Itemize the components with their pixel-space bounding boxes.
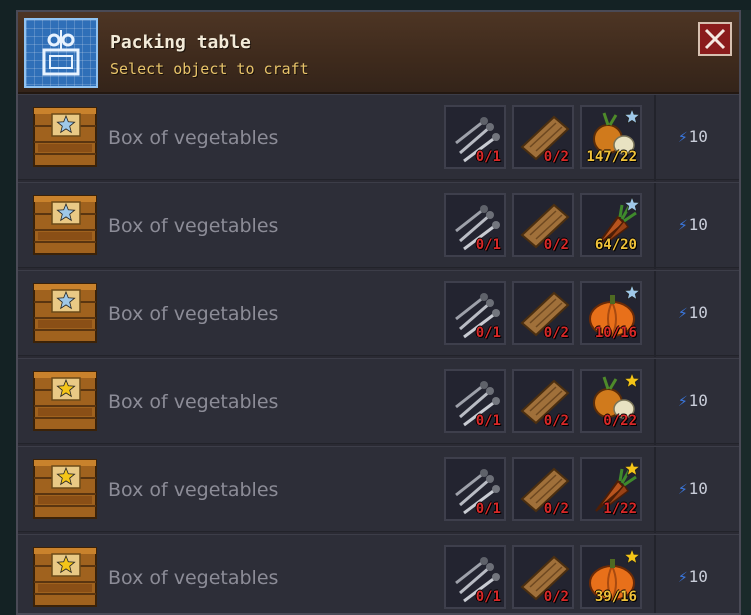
vegetable-crate-icon	[32, 280, 98, 346]
background-left	[0, 0, 16, 615]
recipe-name: Box of vegetables	[108, 479, 279, 501]
window-header: Packing table Select object to craft	[18, 12, 739, 94]
packing-table-blueprint-icon	[24, 18, 98, 88]
close-icon	[704, 28, 726, 50]
row-divider	[654, 535, 656, 613]
ingredient-count: 0/2	[543, 501, 569, 517]
ingredient-count: 0/1	[475, 149, 501, 165]
ingredient-count: 147/22	[586, 149, 637, 165]
energy-cost: ⚡10	[678, 215, 708, 234]
window-subtitle: Select object to craft	[110, 60, 309, 78]
ingredient-count: 0/2	[543, 413, 569, 429]
ingredient-slot[interactable]: 10/16	[580, 281, 642, 345]
ingredient-count: 0/2	[543, 589, 569, 605]
ingredient-slot[interactable]: 0/2	[512, 457, 574, 521]
energy-bolt-icon: ⚡	[678, 215, 688, 234]
ingredient-slot[interactable]: 0/22	[580, 369, 642, 433]
ingredient-slot[interactable]: 147/22	[580, 105, 642, 169]
energy-value: 10	[688, 391, 708, 410]
energy-cost: ⚡10	[678, 391, 708, 410]
recipe-name: Box of vegetables	[108, 303, 279, 325]
energy-bolt-icon: ⚡	[678, 127, 688, 146]
ingredient-slot[interactable]: 0/1	[444, 193, 506, 257]
row-divider	[654, 447, 656, 533]
ingredient-slot[interactable]: 0/2	[512, 281, 574, 345]
energy-bolt-icon: ⚡	[678, 391, 688, 410]
ingredient-count: 0/1	[475, 413, 501, 429]
ingredient-slot[interactable]: 0/2	[512, 545, 574, 609]
background-top	[0, 0, 751, 10]
ingredient-count: 1/22	[603, 501, 637, 517]
energy-value: 10	[688, 303, 708, 322]
recipe-name: Box of vegetables	[108, 567, 279, 589]
row-divider	[654, 95, 656, 181]
vegetable-crate-icon	[32, 104, 98, 170]
ingredient-count: 0/1	[475, 589, 501, 605]
ingredient-slot[interactable]: 0/2	[512, 105, 574, 169]
ingredient-count: 0/22	[603, 413, 637, 429]
row-divider	[654, 271, 656, 357]
ingredient-count: 0/1	[475, 501, 501, 517]
recipe-row[interactable]: Box of vegetables 0/1 0/2 147/22 ⚡10	[18, 94, 739, 181]
ingredient-slot[interactable]: 0/2	[512, 193, 574, 257]
recipe-list: Box of vegetables 0/1 0/2 147/22 ⚡10 Box …	[18, 94, 739, 613]
packing-table-window: Packing table Select object to craft Box…	[16, 10, 741, 615]
energy-value: 10	[688, 567, 708, 586]
energy-value: 10	[688, 215, 708, 234]
energy-cost: ⚡10	[678, 303, 708, 322]
window-title: Packing table	[110, 32, 251, 53]
ingredient-count: 0/2	[543, 237, 569, 253]
ingredient-count: 0/1	[475, 237, 501, 253]
energy-cost: ⚡10	[678, 567, 708, 586]
close-button[interactable]	[698, 22, 732, 56]
ingredient-count: 10/16	[594, 325, 637, 341]
energy-value: 10	[688, 127, 708, 146]
energy-cost: ⚡10	[678, 479, 708, 498]
energy-bolt-icon: ⚡	[678, 479, 688, 498]
ingredient-count: 0/2	[543, 149, 569, 165]
ingredient-slot[interactable]: 0/1	[444, 281, 506, 345]
recipe-row[interactable]: Box of vegetables 0/1 0/2 64/20 ⚡10	[18, 182, 739, 269]
ingredient-slot[interactable]: 64/20	[580, 193, 642, 257]
vegetable-crate-icon	[32, 544, 98, 610]
vegetable-crate-icon	[32, 456, 98, 522]
ingredient-slot[interactable]: 0/1	[444, 369, 506, 433]
recipe-name: Box of vegetables	[108, 127, 279, 149]
energy-bolt-icon: ⚡	[678, 303, 688, 322]
ingredient-count: 39/16	[594, 589, 637, 605]
ingredient-count: 0/1	[475, 325, 501, 341]
recipe-name: Box of vegetables	[108, 215, 279, 237]
ingredient-slot[interactable]: 0/1	[444, 105, 506, 169]
ingredient-slot[interactable]: 39/16	[580, 545, 642, 609]
energy-value: 10	[688, 479, 708, 498]
row-divider	[654, 359, 656, 445]
vegetable-crate-icon	[32, 192, 98, 258]
ingredient-slot[interactable]: 1/22	[580, 457, 642, 521]
ingredient-slot[interactable]: 0/1	[444, 545, 506, 609]
recipe-row[interactable]: Box of vegetables 0/1 0/2 1/22 ⚡10	[18, 446, 739, 533]
recipe-row[interactable]: Box of vegetables 0/1 0/2 39/16 ⚡10	[18, 534, 739, 613]
vegetable-crate-icon	[32, 368, 98, 434]
energy-cost: ⚡10	[678, 127, 708, 146]
ingredient-slot[interactable]: 0/2	[512, 369, 574, 433]
ingredient-count: 0/2	[543, 325, 569, 341]
recipe-row[interactable]: Box of vegetables 0/1 0/2 0/22 ⚡10	[18, 358, 739, 445]
recipe-row[interactable]: Box of vegetables 0/1 0/2 10/16 ⚡10	[18, 270, 739, 357]
row-divider	[654, 183, 656, 269]
ingredient-count: 64/20	[594, 237, 637, 253]
energy-bolt-icon: ⚡	[678, 567, 688, 586]
recipe-name: Box of vegetables	[108, 391, 279, 413]
ingredient-slot[interactable]: 0/1	[444, 457, 506, 521]
